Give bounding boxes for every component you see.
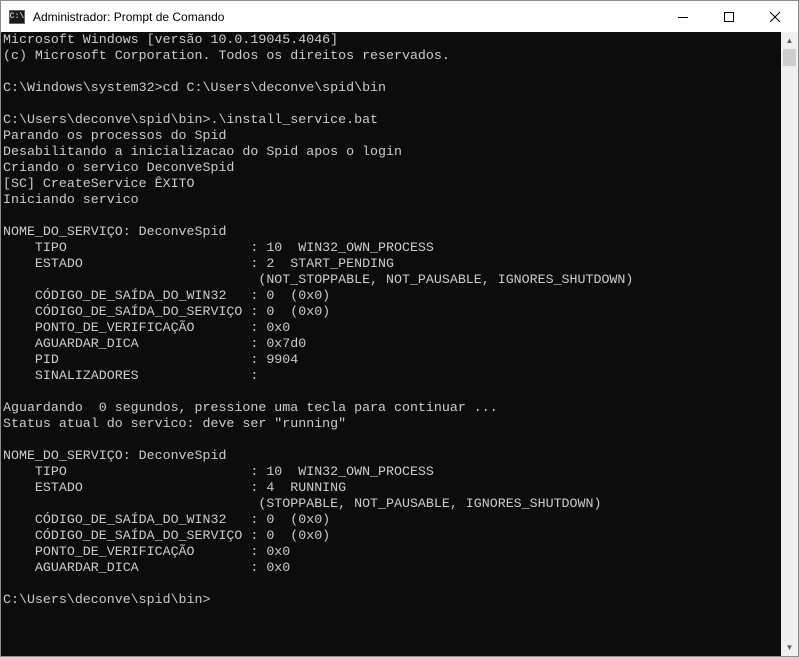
maximize-button[interactable] xyxy=(706,1,752,32)
console-line: NOME_DO_SERVIÇO: DeconveSpid xyxy=(3,448,227,463)
scroll-up-button[interactable]: ▲ xyxy=(781,32,798,49)
console-line: Aguardando 0 segundos, pressione uma tec… xyxy=(3,400,498,415)
console-line: [SC] CreateService ÊXITO xyxy=(3,176,195,191)
title-bar[interactable]: C:\ Administrador: Prompt de Comando xyxy=(1,1,798,32)
console-text: Microsoft Windows [versão 10.0.19045.404… xyxy=(1,32,781,608)
console-line: Criando o servico DeconveSpid xyxy=(3,160,235,175)
console-line: PONTO_DE_VERIFICAÇÃO : 0x0 xyxy=(3,320,291,335)
minimize-icon xyxy=(678,16,688,18)
console-line: AGUARDAR_DICA : 0x0 xyxy=(3,560,291,575)
console-line: NOME_DO_SERVIÇO: DeconveSpid xyxy=(3,224,227,239)
console-line: Parando os processos do Spid xyxy=(3,128,227,143)
scroll-up-arrow-icon: ▲ xyxy=(785,35,794,45)
close-icon xyxy=(770,11,780,22)
console-line: (NOT_STOPPABLE, NOT_PAUSABLE, IGNORES_SH… xyxy=(3,272,634,287)
maximize-icon xyxy=(724,11,734,22)
console-line: Microsoft Windows [versão 10.0.19045.404… xyxy=(3,32,339,47)
cmd-icon-label: C:\ xyxy=(9,11,25,21)
console-line: CÓDIGO_DE_SAÍDA_DO_WIN32 : 0 (0x0) xyxy=(3,288,331,303)
console-line: C:\Users\deconve\spid\bin> xyxy=(3,592,211,607)
vertical-scrollbar[interactable]: ▲ ▼ xyxy=(781,32,798,656)
scroll-down-arrow-icon: ▼ xyxy=(785,642,794,652)
console-line: TIPO : 10 WIN32_OWN_PROCESS xyxy=(3,464,434,479)
cmd-icon[interactable]: C:\ xyxy=(9,9,25,24)
console-output[interactable]: Microsoft Windows [versão 10.0.19045.404… xyxy=(1,32,781,656)
scrollbar-thumb[interactable] xyxy=(783,49,796,66)
caption-buttons xyxy=(660,1,798,32)
console-line: ESTADO : 4 RUNNING xyxy=(3,480,347,495)
window-title: Administrador: Prompt de Comando xyxy=(33,9,225,24)
console-line: ESTADO : 2 START_PENDING xyxy=(3,256,394,271)
console-line: Iniciando servico xyxy=(3,192,139,207)
console-line: C:\Windows\system32>cd C:\Users\deconve\… xyxy=(3,80,387,95)
console-line: PONTO_DE_VERIFICAÇÃO : 0x0 xyxy=(3,544,291,559)
console-line: CÓDIGO_DE_SAÍDA_DO_SERVIÇO : 0 (0x0) xyxy=(3,304,331,319)
console-line: AGUARDAR_DICA : 0x7d0 xyxy=(3,336,307,351)
command-prompt-window: C:\ Administrador: Prompt de Comando Mic… xyxy=(0,0,799,657)
console-line: CÓDIGO_DE_SAÍDA_DO_WIN32 : 0 (0x0) xyxy=(3,512,331,527)
console-line: (c) Microsoft Corporation. Todos os dire… xyxy=(3,48,450,63)
console-line: CÓDIGO_DE_SAÍDA_DO_SERVIÇO : 0 (0x0) xyxy=(3,528,331,543)
console-line: TIPO : 10 WIN32_OWN_PROCESS xyxy=(3,240,434,255)
console-line: PID : 9904 xyxy=(3,352,299,367)
console-line: Status atual do servico: deve ser "runni… xyxy=(3,416,347,431)
console-line: SINALIZADORES : xyxy=(3,368,259,383)
console-line: Desabilitando a inicializacao do Spid ap… xyxy=(3,144,402,159)
console-line: (STOPPABLE, NOT_PAUSABLE, IGNORES_SHUTDO… xyxy=(3,496,602,511)
console-line: C:\Users\deconve\spid\bin>.\install_serv… xyxy=(3,112,379,127)
scroll-down-button[interactable]: ▼ xyxy=(781,639,798,656)
minimize-button[interactable] xyxy=(660,1,706,32)
close-button[interactable] xyxy=(752,1,798,32)
